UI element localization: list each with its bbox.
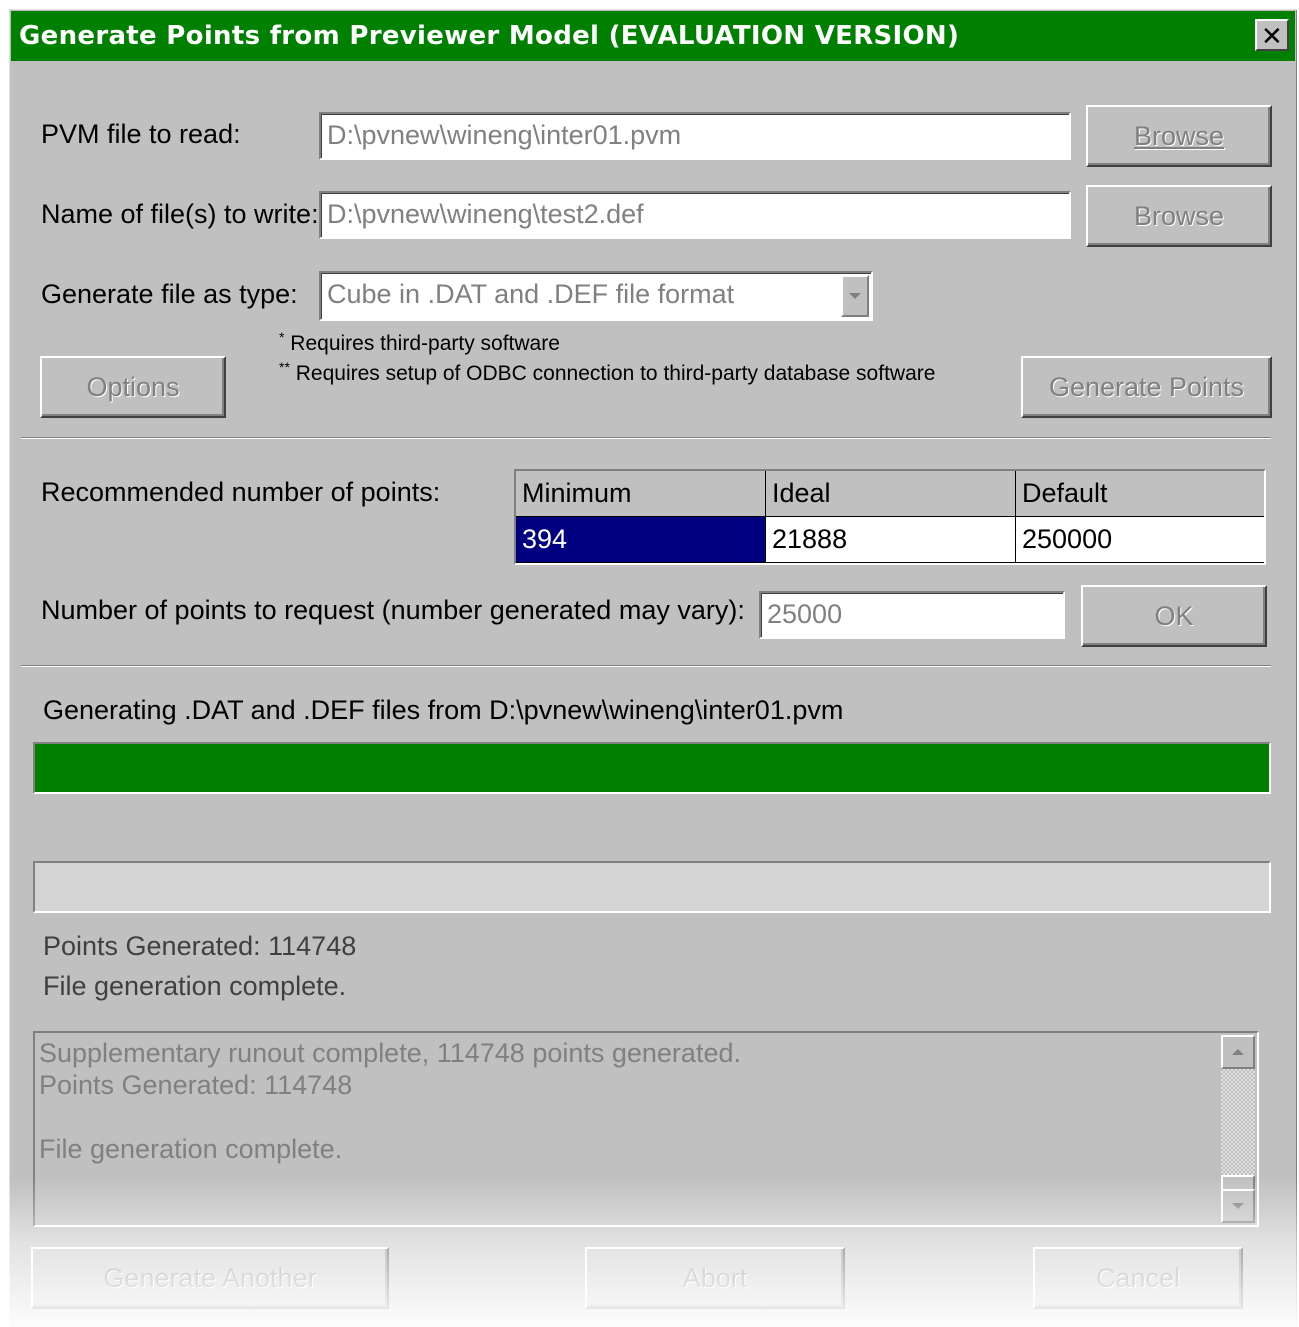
browse-pvm-button[interactable]: Browse (1086, 105, 1272, 167)
grid-cell-default[interactable]: 250000 (1016, 517, 1264, 563)
options-button[interactable]: Options (40, 356, 226, 418)
pvm-file-label: PVM file to read: (41, 119, 241, 149)
file-type-value: Cube in .DAT and .DEF file format (327, 279, 735, 309)
completion-status: File generation complete. (43, 971, 347, 1001)
cancel-button[interactable]: Cancel (1033, 1247, 1243, 1309)
grid-header-row: Minimum Ideal Default (516, 471, 1264, 517)
points-request-input[interactable]: 25000 (759, 591, 1065, 639)
separator-top (21, 437, 1271, 439)
recommended-label: Recommended number of points: (41, 477, 441, 507)
note1-mark: * (279, 329, 285, 345)
dialog-window: Generate Points from Previewer Model (EV… (9, 9, 1297, 1327)
pvm-file-input[interactable]: D:\pvnew\wineng\inter01.pvm (319, 112, 1071, 160)
log-text: Supplementary runout complete, 114748 po… (39, 1038, 741, 1164)
file-type-select[interactable]: Cube in .DAT and .DEF file format (319, 271, 873, 321)
scroll-down-button[interactable] (1221, 1189, 1255, 1223)
abort-label: Abort (682, 1263, 748, 1293)
log-textarea[interactable]: Supplementary runout complete, 114748 po… (33, 1031, 1259, 1227)
grid-cell-minimum[interactable]: 394 (516, 517, 766, 563)
grid-cell-ideal[interactable]: 21888 (766, 517, 1016, 563)
grid-header-minimum: Minimum (516, 471, 766, 517)
recommended-grid: Minimum Ideal Default 394 21888 250000 (514, 469, 1266, 565)
progress-caption: Generating .DAT and .DEF files from D:\p… (43, 695, 844, 725)
browse-pvm-label: Browse (1133, 121, 1225, 151)
abort-button[interactable]: Abort (585, 1247, 845, 1309)
generate-points-button[interactable]: Generate Points (1021, 356, 1272, 418)
note-third-party: * Requires third-party software (279, 329, 560, 356)
primary-progress-bar (33, 742, 1271, 794)
note-odbc: ** Requires setup of ODBC connection to … (279, 359, 935, 386)
generate-another-button[interactable]: Generate Another (31, 1247, 389, 1309)
secondary-progress-bar (33, 861, 1271, 913)
grid-header-default: Default (1016, 471, 1264, 517)
close-icon: ✕ (1260, 22, 1284, 52)
ok-label: OK (1154, 601, 1194, 631)
window-title: Generate Points from Previewer Model (EV… (19, 21, 960, 51)
ok-button[interactable]: OK (1081, 585, 1267, 647)
cancel-label: Cancel (1095, 1263, 1181, 1293)
title-bar: Generate Points from Previewer Model (EV… (11, 11, 1295, 61)
browse-output-button[interactable]: Browse (1086, 185, 1272, 247)
grid-value-row: 394 21888 250000 (516, 517, 1264, 563)
note2-mark: ** (279, 359, 290, 375)
note1-text: Requires third-party software (290, 332, 560, 355)
scroll-up-button[interactable] (1221, 1035, 1255, 1069)
options-label: Options (86, 372, 180, 402)
chevron-down-icon[interactable] (841, 275, 869, 317)
separator-bottom (21, 665, 1271, 667)
arrow-up-icon (1232, 1049, 1244, 1055)
output-file-label: Name of file(s) to write: (41, 199, 319, 229)
log-scrollbar[interactable] (1221, 1035, 1255, 1223)
close-button[interactable]: ✕ (1255, 19, 1289, 52)
arrow-down-icon (1232, 1203, 1244, 1209)
note2-text: Requires setup of ODBC connection to thi… (295, 362, 936, 385)
browse-output-label: Browse (1133, 201, 1225, 231)
output-file-input[interactable]: D:\pvnew\wineng\test2.def (319, 191, 1071, 239)
generate-points-label: Generate Points (1048, 372, 1245, 402)
grid-header-ideal: Ideal (766, 471, 1016, 517)
generate-another-label: Generate Another (103, 1263, 317, 1293)
primary-progress-fill (35, 744, 1269, 792)
points-generated-status: Points Generated: 114748 (43, 931, 357, 961)
file-type-label: Generate file as type: (41, 279, 298, 309)
request-label: Number of points to request (number gene… (41, 595, 745, 625)
